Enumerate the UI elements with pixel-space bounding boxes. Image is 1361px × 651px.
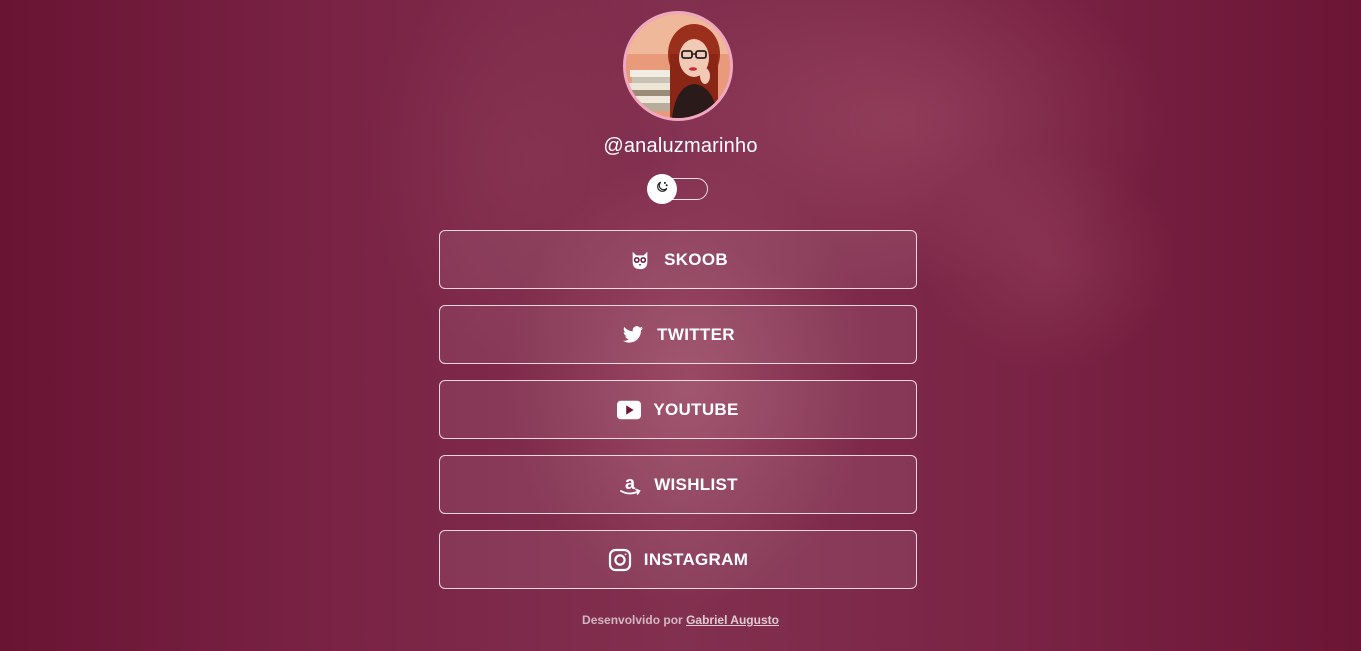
link-button-wishlist[interactable]: a WISHLIST (439, 455, 917, 514)
footer-author-link[interactable]: Gabriel Augusto (686, 613, 779, 627)
link-label: TWITTER (657, 324, 735, 344)
theme-toggle-knob[interactable] (647, 174, 677, 204)
link-label: INSTAGRAM (643, 549, 749, 569)
moon-icon (655, 180, 669, 199)
page: @analuzmarinho SKOOB TWITTER YOUTUBE a W… (0, 0, 1361, 651)
link-label: YOUTUBE (653, 399, 739, 419)
amazon-icon: a (618, 473, 642, 497)
footer: Desenvolvido por Gabriel Augusto (0, 613, 1361, 627)
theme-toggle[interactable] (647, 174, 708, 204)
link-button-instagram[interactable]: INSTAGRAM (439, 530, 917, 589)
link-tree: @analuzmarinho SKOOB TWITTER YOUTUBE a W… (0, 0, 1361, 651)
link-label: WISHLIST (654, 474, 738, 494)
footer-prefix: Desenvolvido por (582, 613, 683, 627)
owl-icon (628, 248, 652, 272)
twitter-icon (621, 323, 645, 347)
username: @analuzmarinho (603, 135, 758, 157)
link-label: SKOOB (664, 249, 728, 269)
youtube-icon (617, 398, 642, 422)
avatar (623, 11, 733, 121)
link-button-twitter[interactable]: TWITTER (439, 305, 917, 364)
instagram-icon (608, 548, 632, 572)
link-button-youtube[interactable]: YOUTUBE (439, 380, 917, 439)
svg-text:a: a (625, 473, 636, 493)
link-button-skoob[interactable]: SKOOB (439, 230, 917, 289)
